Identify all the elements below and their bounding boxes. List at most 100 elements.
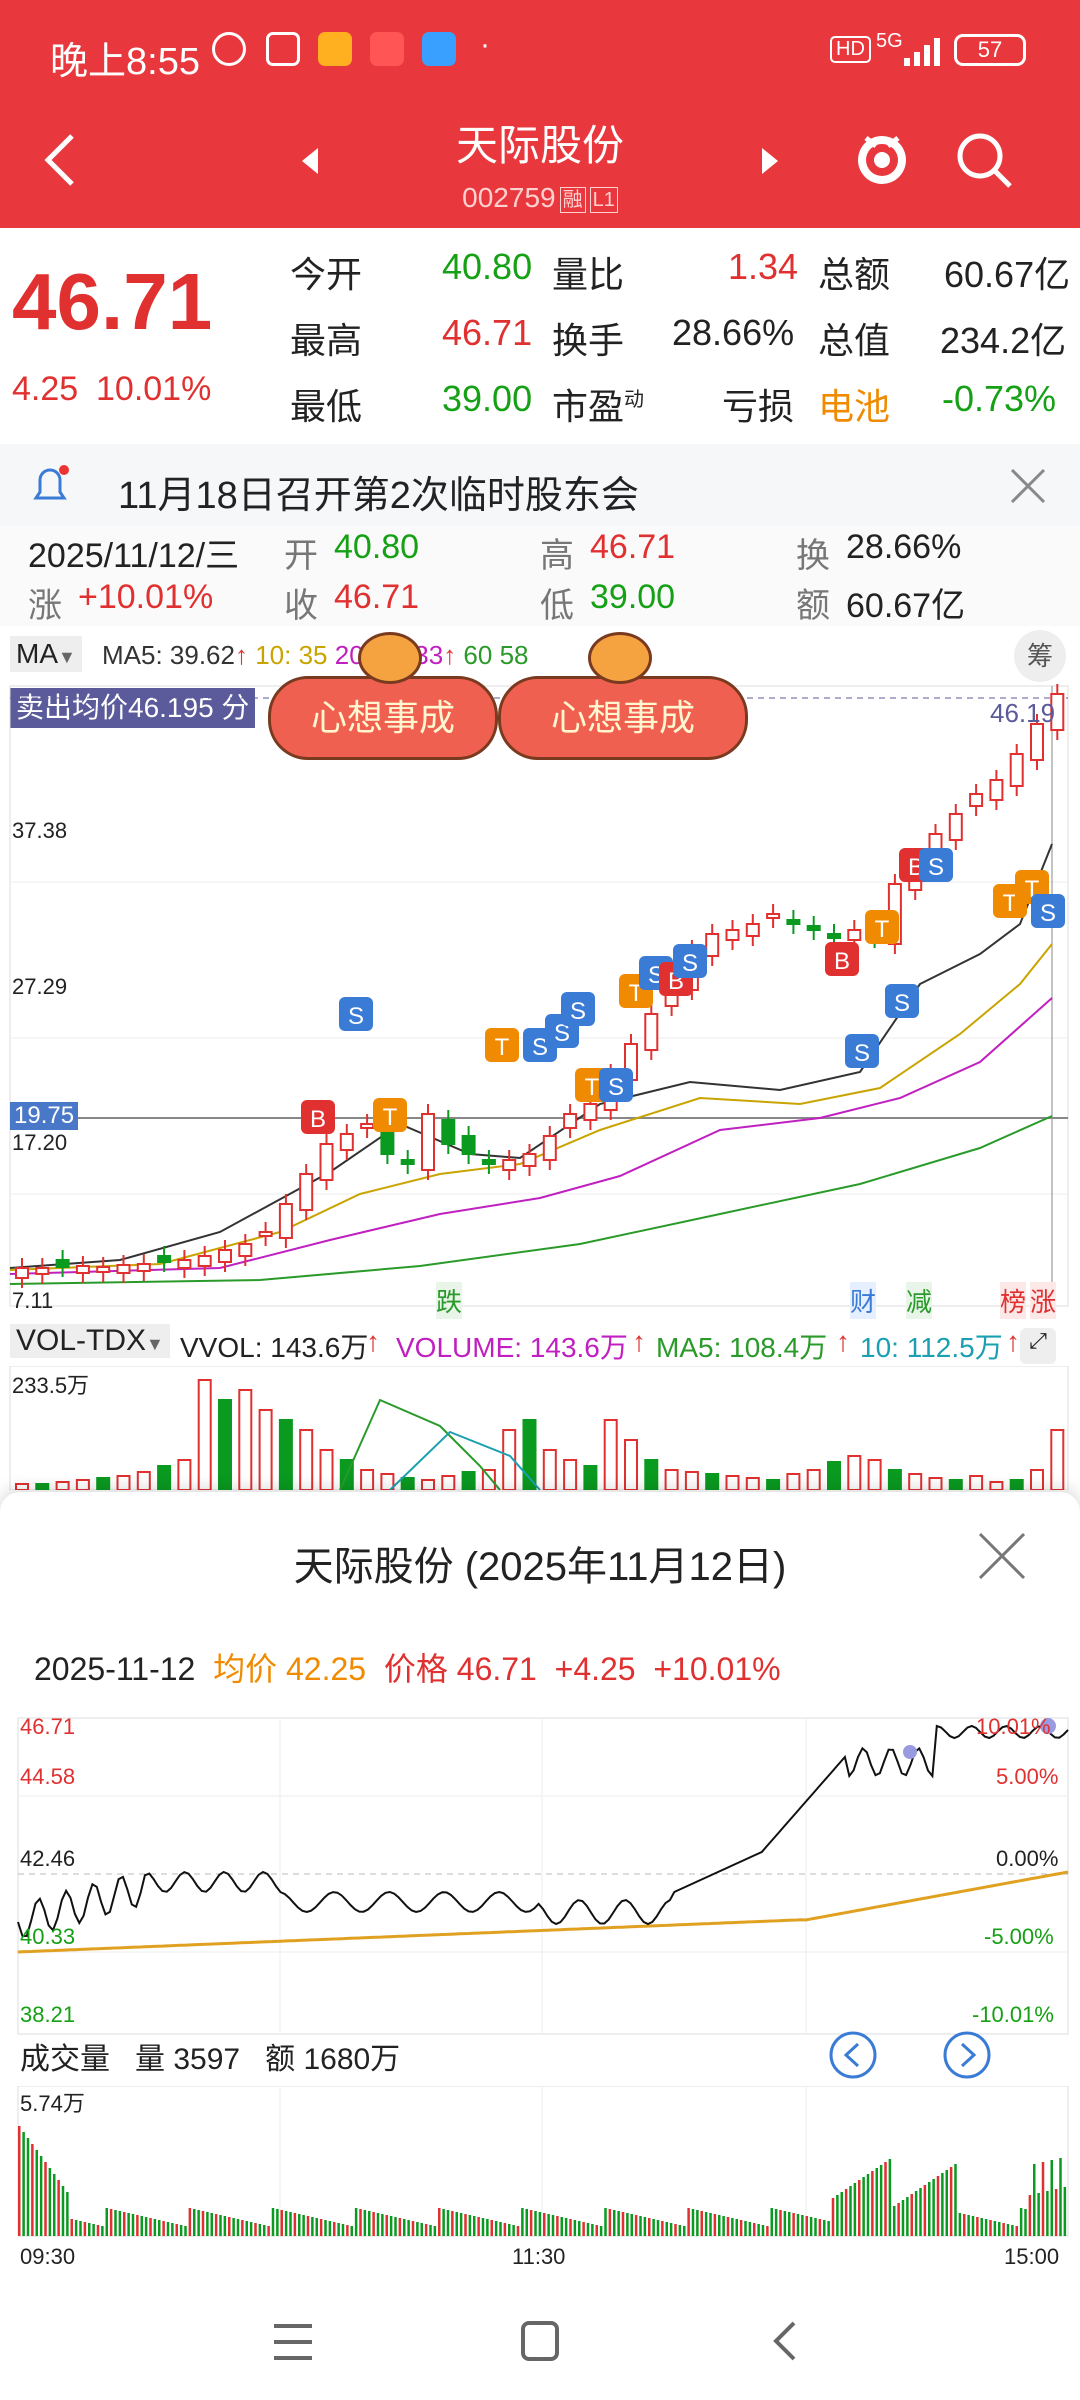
expand-icon[interactable]: ⤢ (1020, 1328, 1056, 1364)
intraday-volume-bar (341, 2224, 345, 2236)
volume-legend: VOL-TDX▼ VVOL: 143.6万 ↑ VOLUME: 143.6万 ↑… (0, 1318, 1080, 1366)
intraday-volume-bar (888, 2159, 892, 2236)
intraday-volume-bar (503, 2223, 507, 2236)
event-marker[interactable]: 榜 (1000, 1282, 1027, 1319)
trade-marker-t[interactable]: T (865, 910, 899, 944)
trade-marker-s[interactable]: S (845, 1034, 879, 1068)
trade-marker-s[interactable]: S (673, 944, 707, 978)
event-marker[interactable]: 跌 (436, 1282, 463, 1319)
volume-indicator-dropdown[interactable]: VOL-TDX▼ (10, 1324, 170, 1358)
intraday-volume-bar (289, 2212, 292, 2236)
intraday-volume-bar (324, 2220, 327, 2236)
candle (421, 1113, 435, 1171)
trade-marker-b[interactable]: B (825, 942, 859, 976)
next-stock-icon[interactable] (760, 146, 780, 176)
prev-day-icon[interactable] (828, 2030, 878, 2080)
trade-marker-s[interactable]: S (919, 848, 953, 882)
intraday-volume-bar (941, 2173, 944, 2236)
open-value: 40.80 (442, 246, 533, 287)
candle (319, 1143, 334, 1181)
mascot-icon[interactable] (850, 124, 914, 194)
intraday-volume-bar (481, 2218, 485, 2236)
home-icon[interactable] (518, 2318, 562, 2364)
intraday-volume-bar (389, 2216, 393, 2236)
candle (96, 1266, 111, 1273)
trade-marker-s[interactable]: S (561, 992, 595, 1026)
intraday-volume-bar (385, 2215, 388, 2236)
intraday-volume-bar (123, 2212, 126, 2236)
bell-icon (33, 465, 69, 500)
intraday-volume-bar (691, 2209, 695, 2236)
battery-icon: 57 (954, 34, 1026, 66)
trade-marker-s[interactable]: S (1031, 894, 1065, 928)
high-label: 最高 (290, 320, 363, 361)
intraday-volume-bar (197, 2210, 200, 2236)
intraday-volume-bar (490, 2220, 493, 2236)
candle (786, 919, 801, 925)
kline-chart[interactable]: MA▼ MA5: 39.62↑ 10: 35 20: 29.33↑ 60 58 … (0, 628, 1080, 1328)
intraday-volume-bar (796, 2214, 800, 2236)
next-day-icon[interactable] (942, 2030, 992, 2080)
intraday-volume-bar (989, 2220, 992, 2236)
intraday-volume-bar (1033, 2164, 1036, 2236)
intraday-volume-bar (319, 2219, 323, 2236)
trade-marker-b[interactable]: B (301, 1100, 335, 1134)
intraday-volume-bar (245, 2221, 248, 2236)
intraday-volume-bar (656, 2220, 660, 2236)
intraday-volume-bar (923, 2185, 927, 2236)
intraday-volume-bar (26, 2138, 30, 2236)
candle (15, 1267, 29, 1279)
search-icon[interactable] (952, 128, 1016, 192)
indicator-dropdown[interactable]: MA▼ (10, 636, 82, 672)
intraday-volume-bar (354, 2208, 358, 2236)
intraday-volume-bar (18, 2126, 21, 2236)
margin-tag: 融 (559, 186, 586, 213)
intraday-volume-bar (337, 2223, 340, 2236)
intraday-volume-bar (359, 2209, 362, 2236)
turnover-label: 换手 (552, 320, 625, 361)
event-marker[interactable]: 减 (906, 1282, 933, 1319)
svg-text:S: S (570, 998, 586, 1025)
event-marker[interactable]: 涨 (1030, 1282, 1057, 1319)
close-icon[interactable] (976, 1530, 1028, 1582)
trade-marker-s[interactable]: S (885, 984, 919, 1018)
menu-icon[interactable] (270, 2320, 316, 2364)
intraday-volume-bar (871, 2171, 874, 2236)
intraday-volume-bar (284, 2211, 288, 2236)
close-icon[interactable] (1008, 466, 1048, 506)
intraday-volume-bar (420, 2223, 423, 2236)
svg-text:S: S (348, 1003, 364, 1030)
sector-label[interactable]: 电池 (818, 378, 890, 430)
vol-ma5-value: MA5: 108.4万 (656, 1332, 828, 1363)
intraday-volume-bar (1050, 2160, 1053, 2236)
intraday-volume-bar (328, 2221, 332, 2236)
system-nav-bar (0, 2290, 1080, 2400)
intraday-volume-bar (376, 2213, 380, 2236)
app-icon (422, 32, 456, 66)
app-icon (318, 32, 352, 66)
candle (400, 1159, 415, 1165)
back-nav-icon[interactable] (770, 2318, 800, 2364)
trade-marker-s[interactable]: S (339, 997, 373, 1031)
trade-marker-t[interactable]: T (373, 1098, 407, 1132)
notice-bar[interactable]: 11月18日召开第2次临时股东会 (0, 444, 1080, 526)
event-marker[interactable]: 财 (850, 1282, 877, 1319)
volume-bar (177, 1459, 192, 1490)
intraday-volume-bar (363, 2210, 367, 2236)
candle (136, 1263, 151, 1272)
intraday-volume-bar (455, 2212, 458, 2236)
trade-marker-t[interactable]: T (485, 1028, 519, 1062)
intraday-volume-bar (866, 2174, 870, 2236)
turnover-label: 换 (796, 537, 830, 575)
volume-bar (948, 1479, 963, 1490)
chip-button[interactable]: 筹 (1014, 630, 1066, 682)
intraday-volume-bar (849, 2186, 852, 2236)
svg-text:S: S (894, 990, 910, 1017)
intraday-volume-bar (451, 2211, 454, 2236)
intraday-volume-bar (1011, 2225, 1014, 2236)
volume-bar (684, 1471, 699, 1490)
trade-marker-s[interactable]: S (599, 1068, 633, 1102)
intraday-volume-bar (556, 2216, 559, 2236)
level-tag: L1 (589, 186, 618, 213)
candle (745, 923, 760, 937)
